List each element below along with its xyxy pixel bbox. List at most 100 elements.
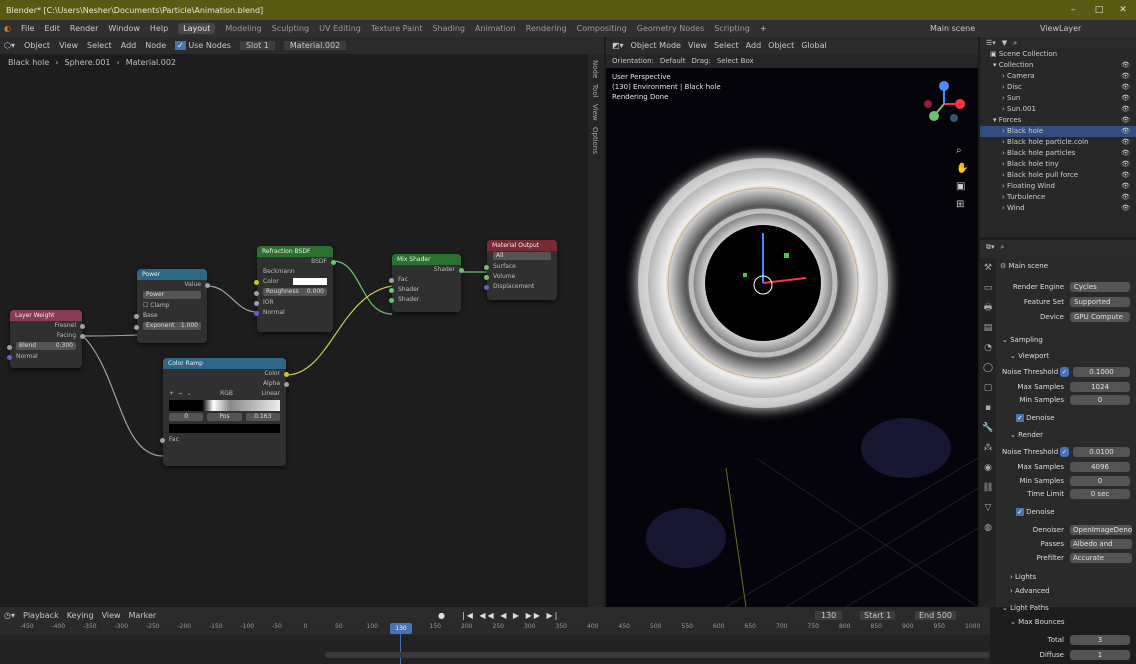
transform-global-dropdown[interactable]: Global bbox=[801, 41, 827, 50]
current-frame-field[interactable]: 130 bbox=[815, 610, 843, 620]
workspace-tab-animation[interactable]: Animation bbox=[475, 24, 516, 33]
breadcrumb-object[interactable]: Black hole bbox=[8, 58, 49, 67]
max-bounces-subpanel[interactable]: ⌄ Max Bounces bbox=[1010, 618, 1065, 626]
render-tab-icon[interactable]: ▭ bbox=[980, 278, 996, 298]
visibility-eye-icon[interactable]: 👁 bbox=[1121, 115, 1130, 126]
lights-subpanel[interactable]: › Lights bbox=[1010, 573, 1036, 581]
collection-tab-icon[interactable]: ▢ bbox=[980, 378, 996, 398]
menu-help[interactable]: Help bbox=[150, 24, 168, 33]
visibility-eye-icon[interactable]: 👁 bbox=[1121, 137, 1130, 148]
outliner-item[interactable]: › Black hole 👁 bbox=[980, 126, 1136, 137]
prefilter-dropdown[interactable]: Accurate bbox=[1070, 553, 1132, 563]
use-nodes-checkbox[interactable]: ✓ Use Nodes bbox=[175, 41, 231, 50]
render-engine-dropdown[interactable]: Cycles bbox=[1070, 282, 1130, 292]
perspective-toggle-icon[interactable]: ⊞ bbox=[956, 196, 968, 214]
outliner-item[interactable]: › Black hole particle.coin 👁 bbox=[980, 137, 1136, 148]
sampling-panel-header[interactable]: ⌄ Sampling bbox=[1002, 336, 1043, 344]
visibility-eye-icon[interactable]: 👁 bbox=[1121, 181, 1130, 192]
vp-min-samples-field[interactable]: 0 bbox=[1070, 395, 1130, 405]
breadcrumb-material[interactable]: Material.002 bbox=[126, 58, 176, 67]
timeline-editor-icon[interactable]: ◷▾ bbox=[4, 611, 15, 620]
visibility-eye-icon[interactable]: 👁 bbox=[1121, 104, 1130, 115]
visibility-eye-icon[interactable]: 👁 bbox=[1121, 203, 1130, 214]
tab-options[interactable]: Options bbox=[591, 127, 599, 154]
viewport-editor-icon[interactable]: ◩▾ bbox=[612, 41, 624, 50]
timeline-ruler[interactable]: -450 -400 -350 -300 -250 -200 -150 -100 -50 0 50 10… bbox=[0, 623, 990, 635]
ne-menu-node[interactable]: Node bbox=[145, 41, 166, 50]
navigation-gizmo[interactable] bbox=[916, 74, 976, 134]
workspace-tab-shading[interactable]: Shading bbox=[432, 24, 465, 33]
tab-node[interactable]: Node bbox=[591, 60, 599, 78]
particles-tab-icon[interactable]: ⁂ bbox=[980, 438, 996, 458]
tool-tab-icon[interactable]: ⚒ bbox=[980, 258, 996, 278]
add-workspace-icon[interactable]: + bbox=[760, 24, 767, 33]
vp-denoise-checkbox[interactable]: ✓ Denoise bbox=[1016, 414, 1054, 422]
workspace-tab-rendering[interactable]: Rendering bbox=[526, 24, 567, 33]
visibility-eye-icon[interactable]: 👁 bbox=[1121, 126, 1130, 137]
workspace-tab-modeling[interactable]: Modeling bbox=[225, 24, 261, 33]
vp-menu-view[interactable]: View bbox=[688, 41, 707, 50]
tab-tool[interactable]: Tool bbox=[591, 84, 599, 98]
visibility-eye-icon[interactable]: 👁 bbox=[1121, 192, 1130, 203]
pan-hand-icon[interactable]: ✋ bbox=[956, 160, 968, 178]
scene-tab-icon[interactable]: ◔ bbox=[980, 338, 996, 358]
outliner-item[interactable]: › Turbulence 👁 bbox=[980, 192, 1136, 203]
ne-menu-view[interactable]: View bbox=[59, 41, 78, 50]
camera-view-icon[interactable]: ▣ bbox=[956, 178, 968, 196]
tl-menu-view[interactable]: View bbox=[102, 611, 121, 620]
visibility-eye-icon[interactable]: 👁 bbox=[1121, 148, 1130, 159]
timeline-scrollbar[interactable] bbox=[325, 652, 990, 658]
vp-max-samples-field[interactable]: 1024 bbox=[1070, 382, 1130, 392]
minimize-button[interactable]: – bbox=[1060, 0, 1086, 20]
workspace-tab-geonodes[interactable]: Geometry Nodes bbox=[637, 24, 704, 33]
denoiser-dropdown[interactable]: OpenImageDenoise bbox=[1070, 525, 1132, 535]
vp-menu-add[interactable]: Add bbox=[746, 41, 762, 50]
viewlayer-selector[interactable]: ViewLayer bbox=[1040, 24, 1081, 33]
outliner-item[interactable]: ▾ Collection 👁 bbox=[980, 60, 1136, 71]
mix-shader-node[interactable]: Mix Shader Shader Fac Shader Shader bbox=[389, 254, 464, 312]
outliner-item[interactable]: › Black hole tiny 👁 bbox=[980, 159, 1136, 170]
power-math-node[interactable]: Power Value Power ☐ Clamp Base Exponent 1… bbox=[134, 269, 210, 343]
menu-window[interactable]: Window bbox=[108, 24, 140, 33]
slot-dropdown[interactable]: Slot 1 bbox=[239, 41, 275, 50]
outliner-filter-icon[interactable]: ▼ bbox=[1002, 39, 1007, 47]
feature-set-dropdown[interactable]: Supported bbox=[1070, 297, 1130, 307]
shader-type-dropdown[interactable]: Object bbox=[24, 41, 50, 50]
r-noise-threshold-field[interactable]: 0.0100 bbox=[1073, 447, 1130, 457]
workspace-tab-texture[interactable]: Texture Paint bbox=[371, 24, 423, 33]
start-frame-field[interactable]: Start 1 bbox=[860, 610, 896, 620]
gradient-bar[interactable] bbox=[169, 400, 280, 411]
tl-menu-playback[interactable]: Playback bbox=[23, 611, 59, 620]
record-button[interactable]: ● bbox=[438, 611, 445, 620]
visibility-eye-icon[interactable]: 👁 bbox=[1121, 93, 1130, 104]
visibility-eye-icon[interactable]: 👁 bbox=[1121, 60, 1130, 71]
outliner-item[interactable]: › Wind 👁 bbox=[980, 203, 1136, 214]
vp-noise-threshold-field[interactable]: 0.1000 bbox=[1073, 367, 1130, 377]
output-tab-icon[interactable]: 🖶 bbox=[980, 298, 996, 318]
scene-selector[interactable]: Main scene bbox=[930, 24, 975, 33]
outliner-item[interactable]: › Black hole particles 👁 bbox=[980, 148, 1136, 159]
constraints-tab-icon[interactable]: ⛓ bbox=[980, 478, 996, 498]
tl-menu-keying[interactable]: Keying bbox=[67, 611, 94, 620]
ne-menu-add[interactable]: Add bbox=[121, 41, 137, 50]
advanced-subpanel[interactable]: › Advanced bbox=[1010, 587, 1050, 595]
outliner-item[interactable]: › Sun.001 👁 bbox=[980, 104, 1136, 115]
vp-menu-select[interactable]: Select bbox=[714, 41, 739, 50]
diffuse-bounces-field[interactable]: 1 bbox=[1070, 650, 1130, 660]
vp-menu-object[interactable]: Object bbox=[768, 41, 794, 50]
drag-dropdown[interactable]: Select Box bbox=[717, 57, 754, 65]
modifier-tab-icon[interactable]: 🔧 bbox=[980, 418, 996, 438]
data-tab-icon[interactable]: ▽ bbox=[980, 498, 996, 518]
object-mode-dropdown[interactable]: Object Mode bbox=[631, 41, 681, 50]
breadcrumb-mesh[interactable]: Sphere.001 bbox=[65, 58, 111, 67]
workspace-tab-layout[interactable]: Layout bbox=[178, 23, 216, 34]
props-editor-icon[interactable]: ⧉▾ bbox=[986, 243, 995, 252]
layer-weight-node[interactable]: Layer Weight Fresnel Facing Blend 0.300 N… bbox=[7, 310, 85, 368]
outliner-item[interactable]: › Camera 👁 bbox=[980, 71, 1136, 82]
node-editor-canvas[interactable]: Black hole › Sphere.001 › Material.002 L… bbox=[0, 54, 604, 607]
close-button[interactable]: ✕ bbox=[1110, 0, 1136, 20]
time-limit-field[interactable]: 0 sec bbox=[1070, 489, 1130, 499]
zoom-icon[interactable]: ⌕ bbox=[956, 142, 968, 160]
r-max-samples-field[interactable]: 4096 bbox=[1070, 462, 1130, 472]
outliner-editor-icon[interactable]: ☰▾ bbox=[986, 39, 996, 47]
